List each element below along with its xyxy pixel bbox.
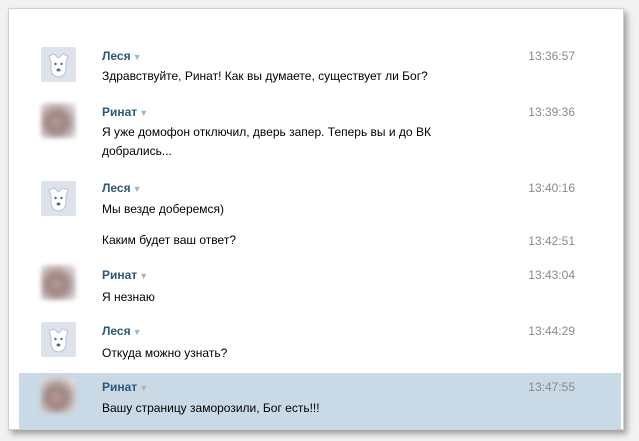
- message-author[interactable]: Леся ▼: [102, 324, 142, 338]
- message-time: 13:39:36: [528, 105, 575, 119]
- avatar[interactable]: [41, 47, 76, 82]
- chevron-down-icon[interactable]: ▼: [139, 271, 148, 281]
- message-history: Леся ▼ 13:36:57 Здравствуйте, Ринат! Как …: [8, 8, 624, 430]
- message-line: Мы везде доберемся): [102, 202, 225, 216]
- message-time: 13:40:16: [528, 181, 575, 195]
- message-line: Вашу страницу заморозили, Бог есть!!!: [102, 401, 320, 415]
- message-text: Каким будет ваш ответ?: [102, 231, 482, 250]
- message-author[interactable]: Леся ▼: [102, 181, 142, 195]
- message-time: 13:42:51: [528, 234, 575, 248]
- avatar[interactable]: [41, 181, 76, 216]
- avatar[interactable]: [41, 265, 76, 300]
- message-line: Я незнаю: [102, 290, 155, 304]
- message-line: Откуда можно узнать?: [102, 346, 228, 360]
- dog-icon: [48, 53, 69, 78]
- message-time: 13:43:04: [528, 268, 575, 282]
- message-line: Каким будет ваш ответ?: [102, 233, 236, 247]
- message-text: Вашу страницу заморозили, Бог есть!!!: [102, 399, 482, 418]
- message-author[interactable]: Леся ▼: [102, 49, 142, 63]
- message-text: Откуда можно узнать?: [102, 344, 482, 363]
- chevron-down-icon[interactable]: ▼: [133, 52, 142, 62]
- message-author[interactable]: Ринат ▼: [102, 380, 148, 394]
- chevron-down-icon[interactable]: ▼: [139, 383, 148, 393]
- message-text: Здравствуйте, Ринат! Как вы думаете, сущ…: [102, 67, 482, 86]
- dog-icon: [48, 328, 69, 353]
- message-line: Здравствуйте, Ринат! Как вы думаете, сущ…: [102, 69, 428, 83]
- message-author[interactable]: Ринат ▼: [102, 105, 148, 119]
- chevron-down-icon[interactable]: ▼: [133, 184, 142, 194]
- message-text: Мы везде доберемся): [102, 200, 482, 219]
- message-time: 13:36:57: [528, 49, 575, 63]
- message-author[interactable]: Ринат ▼: [102, 268, 148, 282]
- dog-icon: [48, 187, 69, 212]
- message-text: Я уже домофон отключил, дверь запер. Теп…: [102, 123, 482, 161]
- avatar[interactable]: [41, 378, 76, 413]
- chevron-down-icon[interactable]: ▼: [133, 327, 142, 337]
- message-time: 13:47:55: [528, 380, 575, 394]
- message-time: 13:44:29: [528, 324, 575, 338]
- chevron-down-icon[interactable]: ▼: [139, 108, 148, 118]
- message-line: Я уже домофон отключил, дверь запер. Теп…: [102, 125, 431, 139]
- message-line: добрались...: [102, 144, 172, 158]
- avatar[interactable]: [41, 103, 76, 138]
- message-text: Я незнаю: [102, 288, 482, 307]
- avatar[interactable]: [41, 322, 76, 357]
